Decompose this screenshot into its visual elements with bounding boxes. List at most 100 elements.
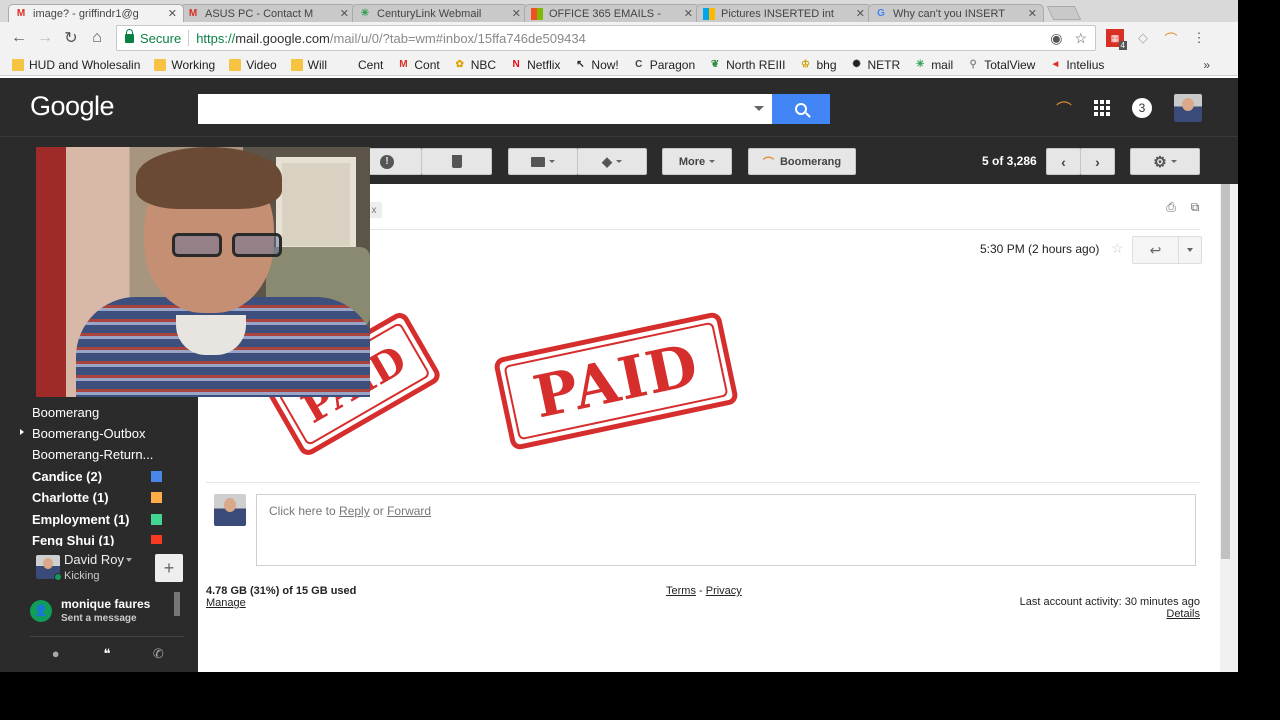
details-link[interactable]: Details — [1020, 608, 1200, 620]
settings-button[interactable]: ⚙ — [1130, 148, 1200, 175]
tab-title: OFFICE 365 EMAILS - — [549, 7, 661, 20]
label-color-swatch[interactable] — [151, 535, 162, 544]
label-color-swatch[interactable] — [151, 492, 162, 503]
new-tab-button[interactable] — [1046, 6, 1082, 20]
bookmark-item[interactable]: ♔ bhg — [799, 58, 837, 72]
newer-button[interactable]: ‹ — [1046, 148, 1081, 175]
close-icon[interactable]: ✕ — [1028, 7, 1037, 20]
forward-link[interactable]: Forward — [387, 504, 431, 518]
scrollbar-thumb[interactable] — [1221, 184, 1230, 559]
calendar-extension-icon[interactable]: ▦ 4 — [1106, 29, 1127, 50]
reply-box[interactable]: Click here to Reply or Forward — [256, 494, 1196, 566]
more-button[interactable]: More — [662, 148, 732, 175]
bookmark-item[interactable]: N Netflix — [510, 58, 560, 72]
nav-label-feng-shui[interactable]: Feng Shui (1) — [32, 533, 114, 546]
boomerang-icon: ⌒ — [762, 156, 774, 169]
bookmark-star-icon[interactable]: ☆ — [1074, 30, 1087, 47]
bookmarks-overflow-button[interactable]: » — [1203, 58, 1210, 72]
more-label: More — [678, 155, 706, 168]
phone-icon[interactable]: ✆ — [148, 644, 168, 664]
close-icon[interactable]: ✕ — [340, 7, 349, 20]
nav-label-charlotte[interactable]: Charlotte (1) — [32, 490, 109, 505]
browser-tab[interactable]: M ASUS PC - Contact M ✕ — [180, 4, 356, 22]
bookmark-item[interactable]: ◄ Intelius — [1049, 58, 1104, 72]
secure-indicator[interactable]: Secure — [125, 28, 181, 46]
bookmark-item[interactable]: C Paragon — [633, 58, 695, 72]
contacts-icon[interactable]: ● — [46, 644, 66, 664]
hangouts-icon[interactable]: ❝ — [97, 644, 117, 664]
new-chat-button[interactable]: + — [155, 554, 183, 582]
bookmark-item[interactable]: Working — [154, 58, 215, 72]
bookmark-item[interactable]: ⚲ TotalView — [967, 58, 1036, 72]
browser-tab[interactable]: Pictures INSERTED int ✕ — [696, 4, 872, 22]
terms-link[interactable]: Terms — [666, 585, 696, 597]
google-logo[interactable]: Google — [30, 91, 115, 122]
apps-grid-icon[interactable] — [1094, 100, 1110, 116]
labels-button[interactable]: ◆ — [577, 148, 647, 175]
boomerang-icon[interactable]: ⌒ — [1056, 96, 1072, 120]
browser-tab[interactable]: ✳ CenturyLink Webmail ✕ — [352, 4, 528, 22]
delete-button[interactable] — [421, 148, 492, 175]
bookmark-item[interactable]: ❦ North REIII — [709, 58, 786, 72]
search-button[interactable] — [772, 94, 830, 124]
bookmark-item[interactable]: Will — [290, 58, 327, 72]
more-actions-dropdown[interactable] — [1179, 237, 1201, 263]
nav-label-boomerang-outbox[interactable]: Boomerang-Outbox — [32, 426, 145, 441]
folder-icon — [154, 58, 167, 71]
boomerang-extension-icon[interactable]: ⌒ — [1162, 29, 1180, 47]
scrollbar[interactable] — [174, 592, 180, 616]
dropbox-icon[interactable]: ◇ — [1134, 29, 1152, 47]
nav-label-boomerang[interactable]: Boomerang — [32, 405, 99, 420]
bookmark-item[interactable]: ↖ Now! — [574, 58, 619, 72]
bookmark-item[interactable]: M Cont — [397, 58, 440, 72]
bookmark-item[interactable]: ✺ NETR — [851, 58, 900, 72]
reply-icon[interactable]: ↩ — [1133, 237, 1179, 263]
nav-label-candice[interactable]: Candice (2) — [32, 469, 102, 484]
chat-self[interactable]: David Roy Kicking — [36, 552, 132, 582]
close-icon[interactable]: ✕ — [168, 7, 177, 20]
manage-link[interactable]: Manage — [206, 597, 356, 609]
new-window-icon[interactable]: ⧉ — [1188, 200, 1202, 214]
search-options-icon[interactable] — [754, 106, 764, 111]
browser-tab[interactable]: M image? - griffindr1@g ✕ — [8, 4, 184, 22]
browser-tab[interactable]: OFFICE 365 EMAILS - ✕ — [524, 4, 700, 22]
bookmark-item[interactable]: Video — [229, 58, 277, 72]
bookmark-label: NBC — [470, 57, 497, 72]
move-to-button[interactable] — [508, 148, 578, 175]
boomerang-button[interactable]: ⌒ Boomerang — [748, 148, 856, 175]
forward-icon[interactable]: → — [32, 25, 58, 51]
bookmark-item[interactable]: Cent — [341, 58, 383, 72]
bookmark-item[interactable]: ✿ NBC — [454, 57, 497, 72]
address-bar[interactable]: Secure https:// mail.google.com /mail/u/… — [116, 25, 1096, 51]
scrollbar[interactable] — [1220, 184, 1238, 672]
bookmark-item[interactable]: HUD and Wholesalin — [12, 58, 140, 72]
menu-icon[interactable]: ⋮ — [1190, 29, 1208, 47]
star-icon[interactable]: ☆ — [1111, 240, 1124, 257]
home-icon[interactable]: ⌂ — [84, 25, 110, 51]
reply-link[interactable]: Reply — [339, 504, 370, 518]
privacy-link[interactable]: Privacy — [706, 585, 742, 597]
label-color-swatch[interactable] — [151, 471, 162, 482]
older-button[interactable]: › — [1080, 148, 1115, 175]
close-icon[interactable]: ✕ — [856, 7, 865, 20]
account-avatar[interactable] — [1174, 94, 1202, 122]
label-color-swatch[interactable] — [151, 514, 162, 525]
print-icon[interactable]: ⎙ — [1164, 200, 1178, 214]
nav-label-employment[interactable]: Employment (1) — [32, 512, 130, 527]
close-icon[interactable]: ✕ — [684, 7, 693, 20]
eye-icon[interactable]: ◉ — [1050, 30, 1062, 47]
bookmark-item[interactable]: ✳ mail — [914, 58, 953, 72]
chevron-down-icon[interactable] — [126, 558, 132, 562]
expand-arrow-icon[interactable] — [20, 429, 24, 435]
browser-tab[interactable]: G Why can't you INSERT ✕ — [868, 4, 1044, 22]
nav-label-boomerang-returned[interactable]: Boomerang-Return... — [32, 447, 153, 462]
centurylink-icon: ✳ — [915, 59, 925, 70]
notifications-badge[interactable]: 3 — [1132, 98, 1152, 118]
search-input[interactable] — [198, 94, 772, 124]
url-path: /mail/u/0/?tab=wm#inbox/15ffa746de509434 — [329, 30, 586, 46]
reload-icon[interactable]: ↻ — [58, 25, 84, 51]
chat-contact[interactable]: 👤 monique faures Sent a message — [30, 597, 150, 624]
url-scheme: https:// — [196, 30, 236, 46]
close-icon[interactable]: ✕ — [512, 7, 521, 20]
back-icon[interactable]: ← — [6, 25, 32, 51]
